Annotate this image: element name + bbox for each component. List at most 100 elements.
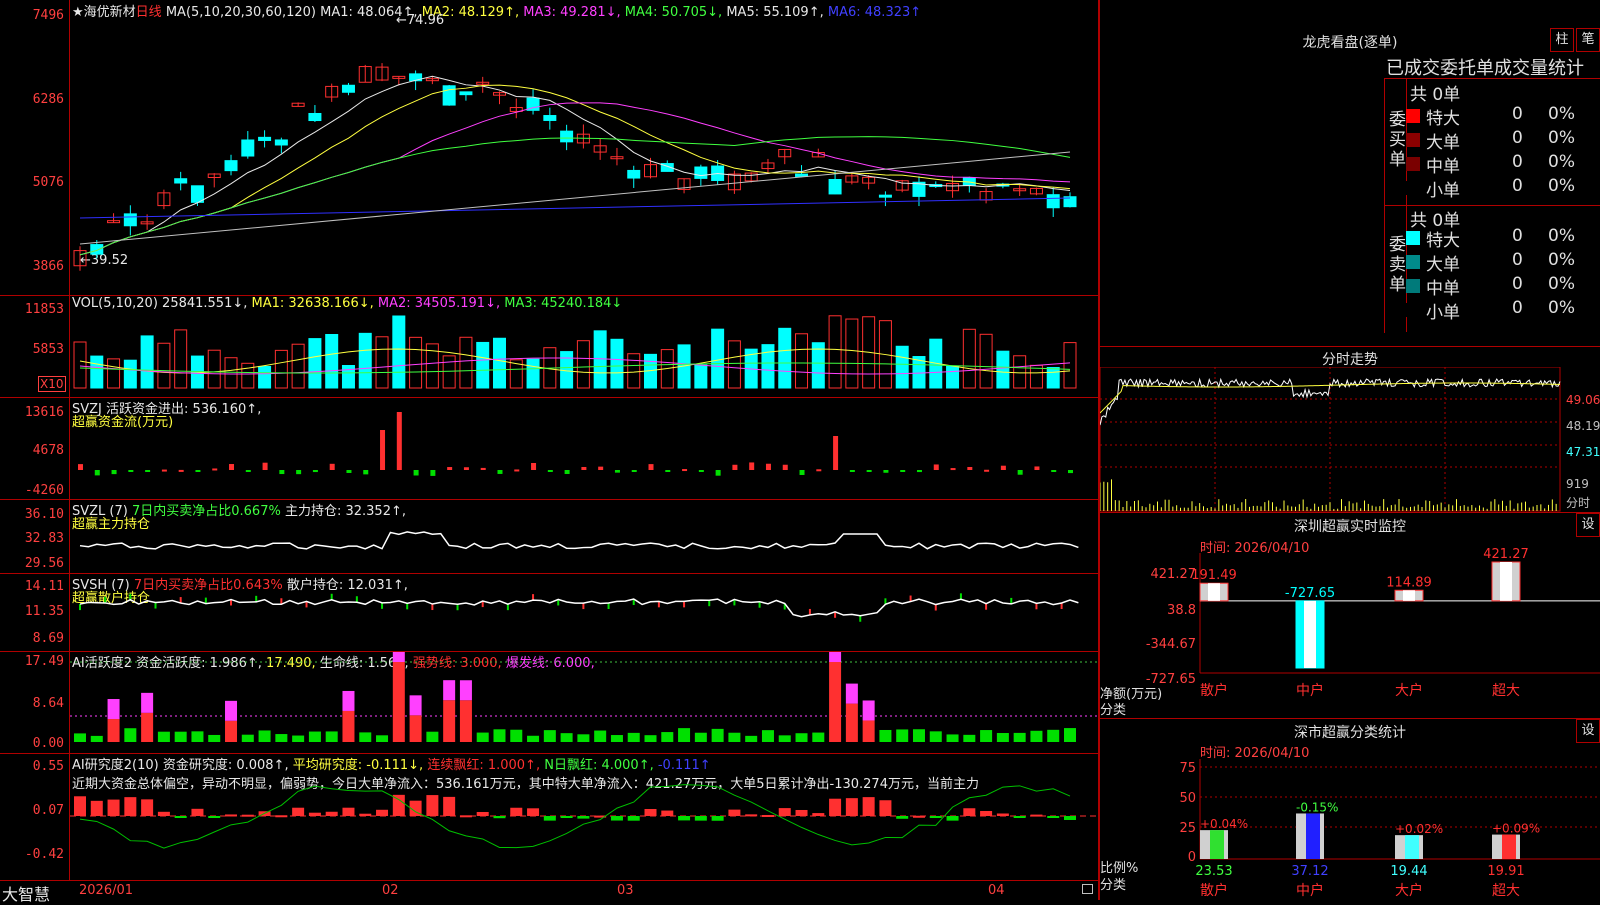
flow-bar [799, 470, 805, 475]
volume-bar [694, 364, 708, 389]
color-swatch [1406, 279, 1420, 293]
color-swatch [1406, 231, 1420, 245]
volume-stat-row: 特大 0 0% [1406, 226, 1600, 251]
retail-holding-chart[interactable] [0, 574, 1098, 652]
volume-bar [895, 345, 909, 389]
main-force-holding-chart[interactable] [0, 500, 1098, 574]
net-amount-bar-chart[interactable]: 191.49 散户 -727.65 中户 114.89 大户 421.27 超大 [1100, 513, 1600, 719]
flow-bar [849, 470, 855, 472]
ai-activity-pane[interactable]: 17.49 8.64 0.00 AI活跃度2 资金活跃度: 1.986↑, 17… [0, 652, 1098, 754]
volume-pane[interactable]: 11853 5853 X10 VOL(5,10,20) 25841.551↓, … [0, 296, 1098, 398]
activity-bar [778, 735, 791, 742]
kline-pane[interactable]: 7496 6286 5076 3866 ★海优新材日线 MA(5,10,20,3… [0, 0, 1098, 296]
ratio-bar-chart[interactable]: +0.04% 23.53 散户 -0.15% 37.12 中户 +0.02% 19.44 大户 +… [1100, 719, 1600, 901]
volume-bar [258, 365, 272, 389]
activity-bar [829, 662, 842, 742]
ratio-value: 19.44 [1390, 864, 1427, 879]
candle [878, 194, 892, 198]
research-bar [225, 814, 238, 817]
candle [694, 166, 708, 179]
bar-value: 114.89 [1386, 575, 1432, 590]
activity-bar [208, 734, 221, 742]
flow-bar [312, 470, 318, 473]
x-label: 03 [617, 883, 634, 898]
activity-bar [1064, 728, 1076, 742]
research-bar [543, 816, 556, 821]
activity-bar [74, 733, 86, 742]
row-label: 特大 [1426, 109, 1460, 129]
flow-bar [480, 467, 486, 470]
volume-bar [492, 337, 506, 389]
research-bar [141, 799, 154, 816]
svzl-pane[interactable]: 36.10 32.83 29.56 SVZL (7) 7日内买卖净占比0.667… [0, 500, 1098, 574]
activity-bar [845, 703, 858, 742]
row-label: 中单 [1426, 279, 1460, 299]
ratio-value: 19.91 [1487, 864, 1524, 879]
row-percent: 0% [1548, 274, 1575, 294]
activity-bar [459, 700, 472, 742]
activity-chart[interactable] [0, 652, 1098, 754]
activity-bar [577, 734, 590, 742]
svzj-pane[interactable]: 13616 4678 -4260 SVZJ 活跃资金进出: 536.160↑, … [0, 398, 1098, 500]
flow-bar [984, 469, 990, 472]
ma6-line [79, 197, 1071, 219]
flow-bar [111, 470, 117, 475]
color-swatch [1406, 181, 1420, 195]
research-bar [107, 799, 120, 816]
candle [258, 136, 272, 141]
activity-bar [141, 712, 154, 742]
research-bar [980, 810, 993, 816]
volume-bar [442, 355, 456, 389]
burst-bar [141, 692, 154, 713]
burst-bar [409, 695, 422, 716]
research-bar [476, 811, 489, 816]
volume-chart[interactable] [0, 296, 1098, 398]
svsh-pane[interactable]: 14.11 11.35 8.69 SVSH (7) 7日内买卖净占比0.643%… [0, 574, 1098, 652]
activity-bar [174, 731, 187, 742]
volume-bar [358, 332, 372, 389]
research-bar [510, 807, 523, 816]
flow-bar [279, 470, 285, 475]
candlestick-chart[interactable] [0, 0, 1098, 296]
volume-bar [308, 338, 322, 389]
candle [341, 84, 355, 93]
bar-highlight [1403, 590, 1415, 601]
research-bar [90, 800, 103, 816]
intraday-title: 分时走势 [1322, 352, 1378, 368]
research-chart[interactable] [0, 754, 1098, 880]
volume-bar [123, 359, 137, 389]
research-bar [879, 800, 892, 816]
activity-bar [476, 732, 489, 742]
burst-bar [392, 652, 405, 662]
change-label: +0.04% [1200, 817, 1248, 831]
category-label: 散户 [1200, 682, 1228, 699]
research-bar [157, 811, 170, 816]
row-count: 0 [1512, 274, 1523, 294]
volume-bar [241, 362, 255, 389]
intraday-panel[interactable]: 分时走势 49.06 48.19 47.31 919 分时 [1100, 346, 1600, 512]
ratio-bar-fill [1210, 830, 1224, 859]
flow-bar [682, 469, 688, 472]
lock-icon[interactable] [1082, 884, 1093, 894]
bar-mode-button[interactable]: 柱 [1550, 28, 1574, 52]
activity-bar [1030, 730, 1043, 742]
flow-bar [614, 470, 620, 473]
research-bar [795, 809, 808, 816]
intraday-chart[interactable] [1100, 367, 1566, 513]
flow-bar [1051, 470, 1057, 472]
activity-bar [812, 732, 825, 742]
flow-bar [833, 436, 839, 470]
flow-bar [229, 464, 235, 470]
activity-bar [745, 735, 758, 742]
volume-bar [73, 341, 87, 389]
row-count: 0 [1512, 250, 1523, 270]
activity-bar [694, 732, 707, 742]
research-bar [174, 816, 187, 818]
research-bar [208, 816, 221, 818]
flow-bar [178, 469, 184, 472]
ai-research-pane[interactable]: 0.55 0.07 -0.42 AI研究度2(10) 资金研究度: 0.008↑… [0, 754, 1098, 880]
volume-bar [157, 342, 171, 389]
capital-flow-chart[interactable] [0, 398, 1098, 500]
intraday-y-label: 49.06 [1566, 393, 1600, 407]
tick-mode-button[interactable]: 笔 [1576, 28, 1600, 52]
